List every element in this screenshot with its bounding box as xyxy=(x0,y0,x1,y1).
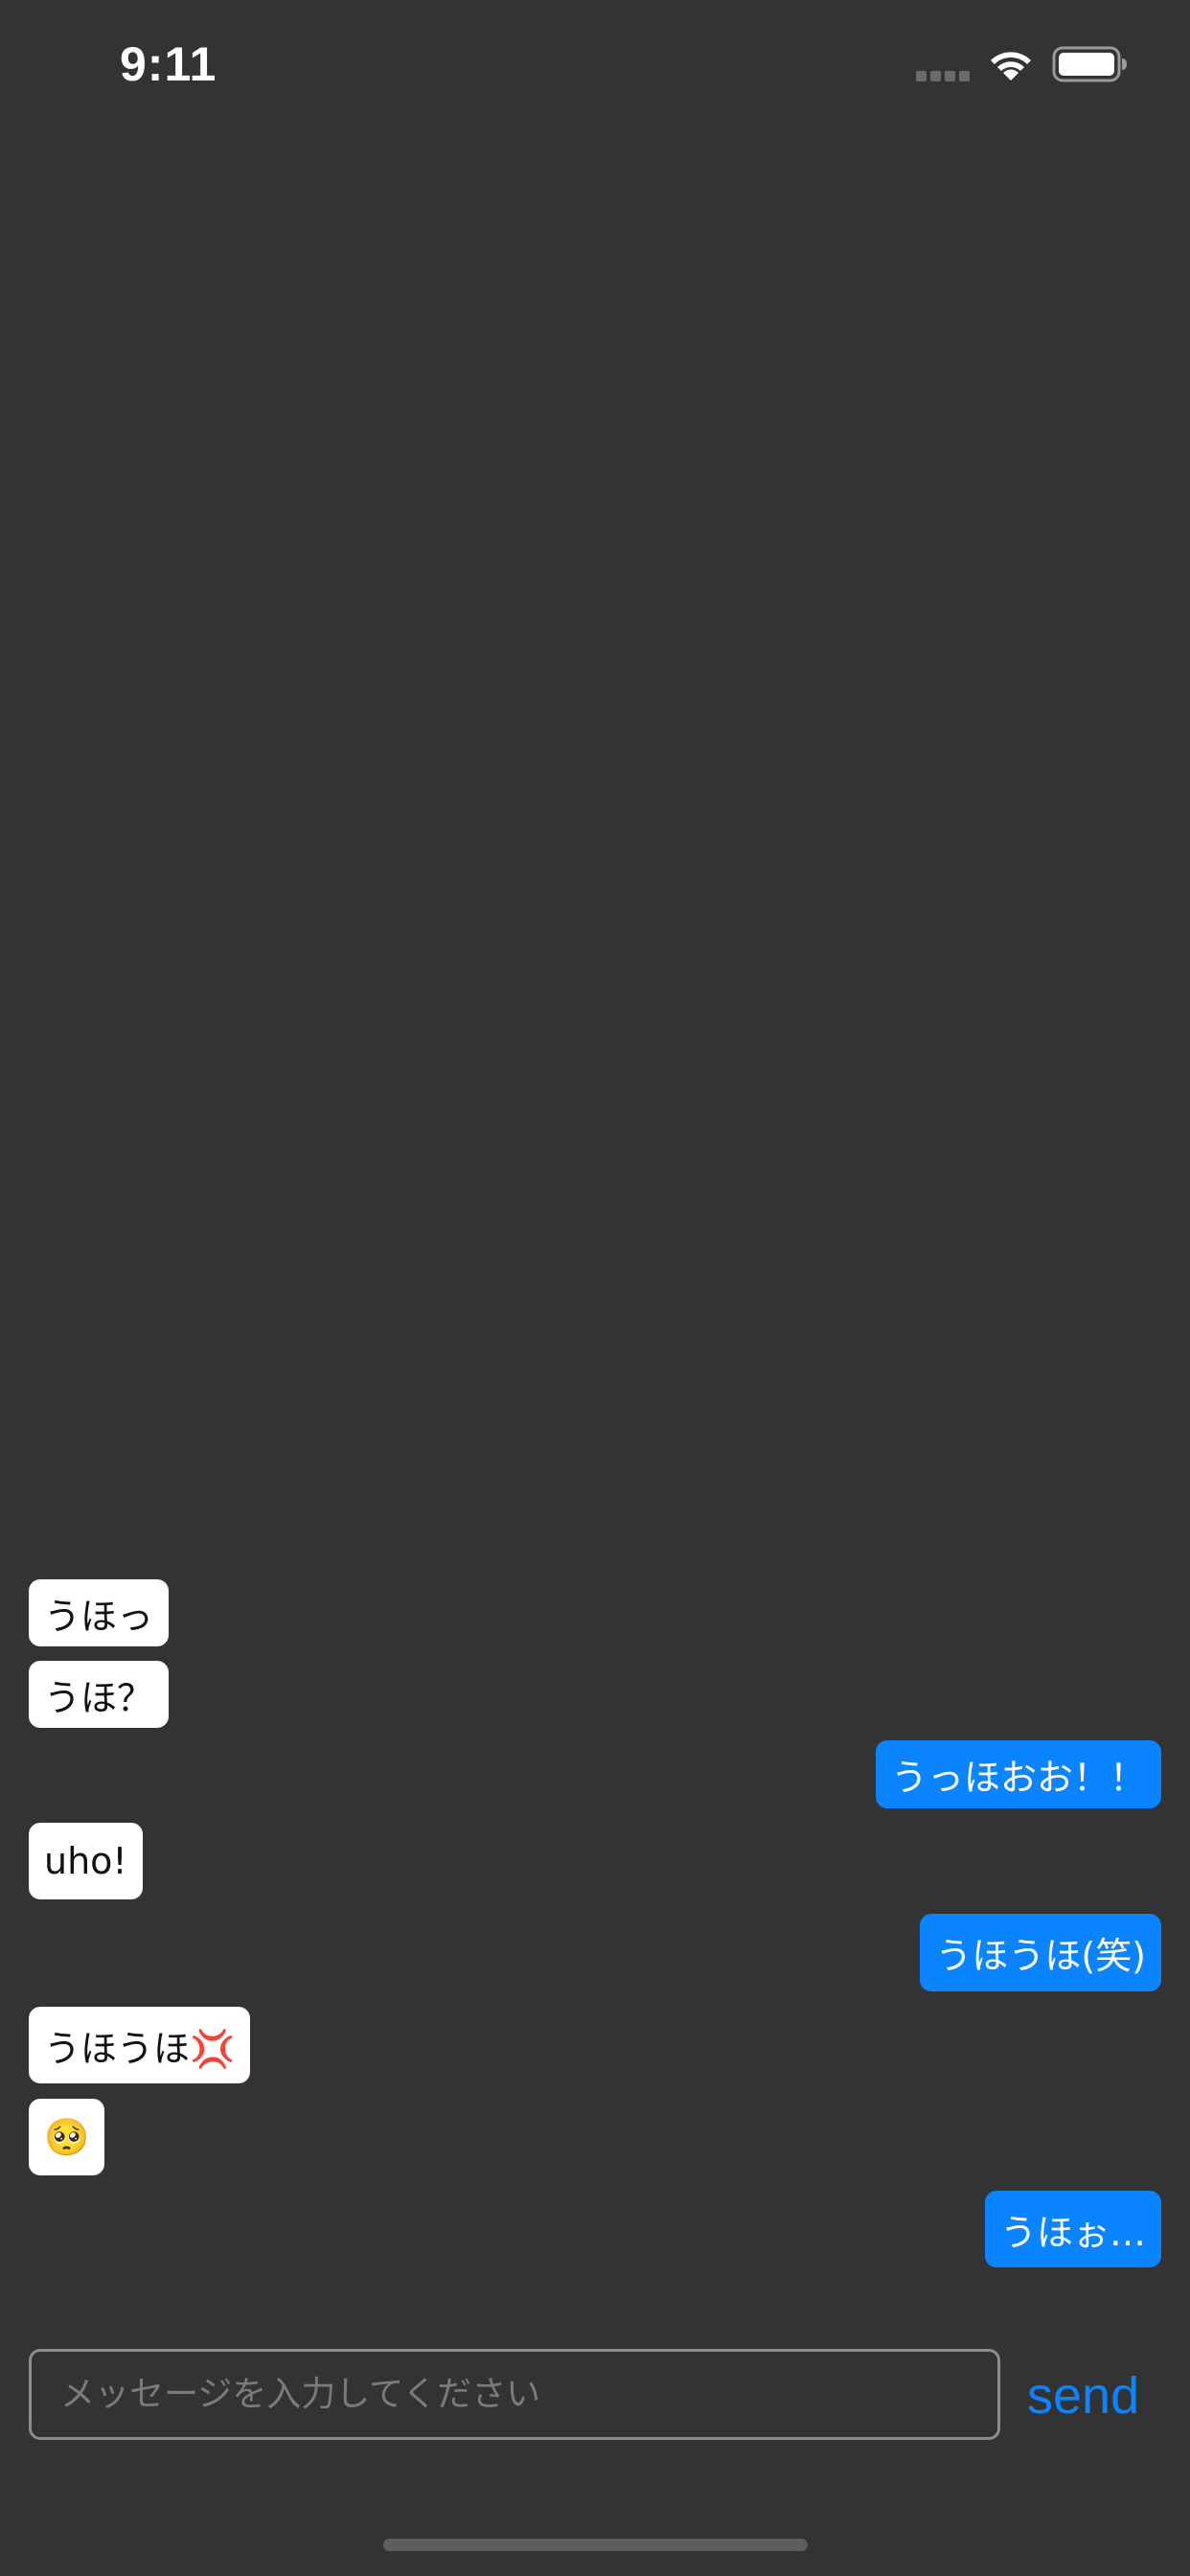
message-bubble-received: uho! xyxy=(29,1823,143,1899)
send-button[interactable]: send xyxy=(1027,2361,1152,2430)
message-bubble-received: うほ？ xyxy=(29,1661,170,1728)
message-input[interactable] xyxy=(29,2349,1000,2440)
home-indicator[interactable] xyxy=(383,2539,808,2551)
battery-icon xyxy=(1052,46,1127,82)
message-bubble-sent: うほうほ(笑) xyxy=(920,1914,1161,1991)
message-bubble-received: うほうほ💢 xyxy=(29,2007,251,2083)
message-bubble-sent: うっほおお！！ xyxy=(875,1740,1161,1808)
wifi-icon xyxy=(991,52,1031,80)
status-time: 9:11 xyxy=(120,37,217,91)
signal-icon xyxy=(916,71,970,82)
chat-screen: 9:11 うほっ うほ？ うっほおお！！ uho! うほうほ(笑) うほうほ💢 … xyxy=(0,0,1190,2576)
message-bubble-received: 🥺 xyxy=(29,2099,105,2175)
message-bubble-received: うほっ xyxy=(29,1579,170,1646)
message-bubble-sent: うほぉ… xyxy=(984,2191,1161,2267)
